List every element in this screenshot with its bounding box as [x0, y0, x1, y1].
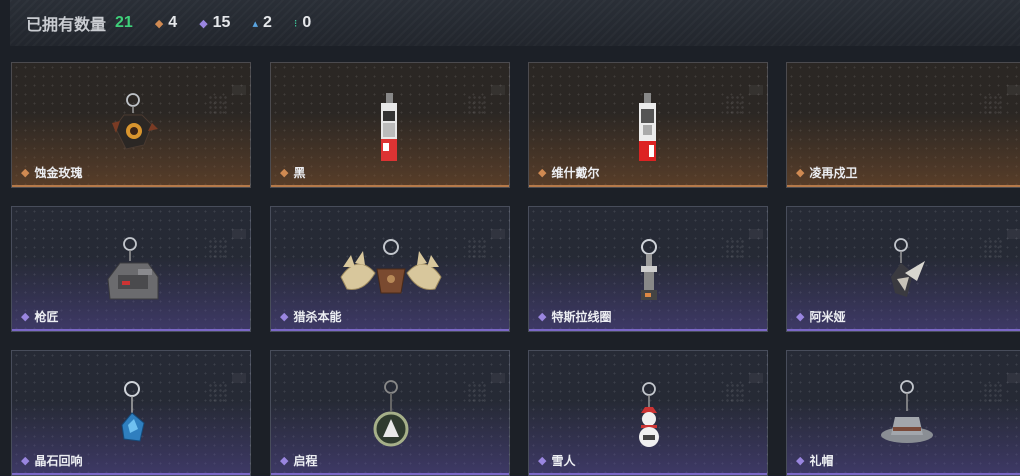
card-pendant-icon — [381, 93, 397, 161]
stat-green: ⁝ 0 — [294, 14, 311, 32]
item-name: 雪人 — [551, 454, 576, 468]
stat-orange-count: 4 — [168, 14, 178, 31]
item-card-snowman[interactable]: ◆ 雪人 — [528, 350, 768, 476]
stat-purple: ◆ 15 — [199, 14, 230, 32]
purple-diamond-icon: ◆ — [280, 455, 289, 467]
item-name: 特斯拉线圈 — [551, 310, 612, 324]
orange-diamond-icon: ◆ — [280, 167, 289, 179]
item-name: 凌再戍卫 — [809, 166, 858, 180]
purple-diamond-icon: ◆ — [538, 455, 547, 467]
item-name: 黑 — [293, 166, 306, 180]
owned-label: 已拥有数量 — [26, 17, 107, 34]
stat-green-count: 0 — [302, 14, 312, 31]
orange-diamond-icon: ◆ — [538, 167, 547, 179]
purple-diamond-icon: ◆ — [21, 311, 30, 323]
purple-diamond-icon: ◆ — [199, 17, 208, 30]
item-card-amiya[interactable]: ◆ 阿米娅 — [786, 206, 1020, 332]
owned-count: 21 — [115, 14, 133, 31]
item-name: 阿米娅 — [809, 310, 846, 324]
item-card-rose[interactable]: ◆ 蚀金玫瑰 — [11, 62, 251, 188]
item-card-guard[interactable]: ◆ 凌再戍卫 — [786, 62, 1020, 188]
item-grid: ◆ 蚀金玫瑰 ◆ 黑 ◆ 维什戴尔 ◆ 凌再戍卫 ◆ 枪匠 ◆ 猎杀本能 ◆ 特… — [11, 62, 1020, 476]
stat-orange: ◆ 4 — [155, 14, 177, 32]
item-card-gunsmith[interactable]: ◆ 枪匠 — [11, 206, 251, 332]
item-card-crystal[interactable]: ◆ 晶石回响 — [11, 350, 251, 476]
blue-triangle-icon: ▴ — [252, 17, 258, 30]
purple-diamond-icon: ◆ — [796, 455, 805, 467]
item-card-hunt[interactable]: ◆ 猎杀本能 — [270, 206, 510, 332]
purple-diamond-icon: ◆ — [280, 311, 289, 323]
orange-diamond-icon: ◆ — [21, 167, 30, 179]
item-name: 枪匠 — [34, 310, 59, 324]
purple-diamond-icon: ◆ — [796, 311, 805, 323]
item-name: 蚀金玫瑰 — [34, 166, 83, 180]
item-name: 礼帽 — [809, 454, 834, 468]
item-card-black[interactable]: ◆ 黑 — [270, 62, 510, 188]
stat-purple-count: 15 — [212, 14, 231, 31]
item-card-depart[interactable]: ◆ 启程 — [270, 350, 510, 476]
item-name: 晶石回响 — [34, 454, 83, 468]
purple-diamond-icon: ◆ — [21, 455, 30, 467]
green-dots-icon: ⁝ — [293, 17, 298, 30]
item-name: 启程 — [293, 454, 318, 468]
item-card-tophat[interactable]: ◆ 礼帽 — [786, 350, 1020, 476]
stat-blue-count: 2 — [262, 14, 272, 31]
orange-diamond-icon: ◆ — [154, 17, 164, 30]
item-name: 猎杀本能 — [293, 310, 342, 324]
purple-diamond-icon: ◆ — [538, 311, 547, 323]
item-name: 维什戴尔 — [551, 166, 600, 180]
stat-blue: ▴ 2 — [252, 14, 271, 32]
collection-header: 已拥有数量 21 ◆ 4 ◆ 15 ▴ 2 ⁝ 0 — [10, 0, 1020, 46]
orange-diamond-icon: ◆ — [796, 167, 805, 179]
item-card-tesla[interactable]: ◆ 特斯拉线圈 — [528, 206, 768, 332]
item-card-wisadel[interactable]: ◆ 维什戴尔 — [528, 62, 768, 188]
